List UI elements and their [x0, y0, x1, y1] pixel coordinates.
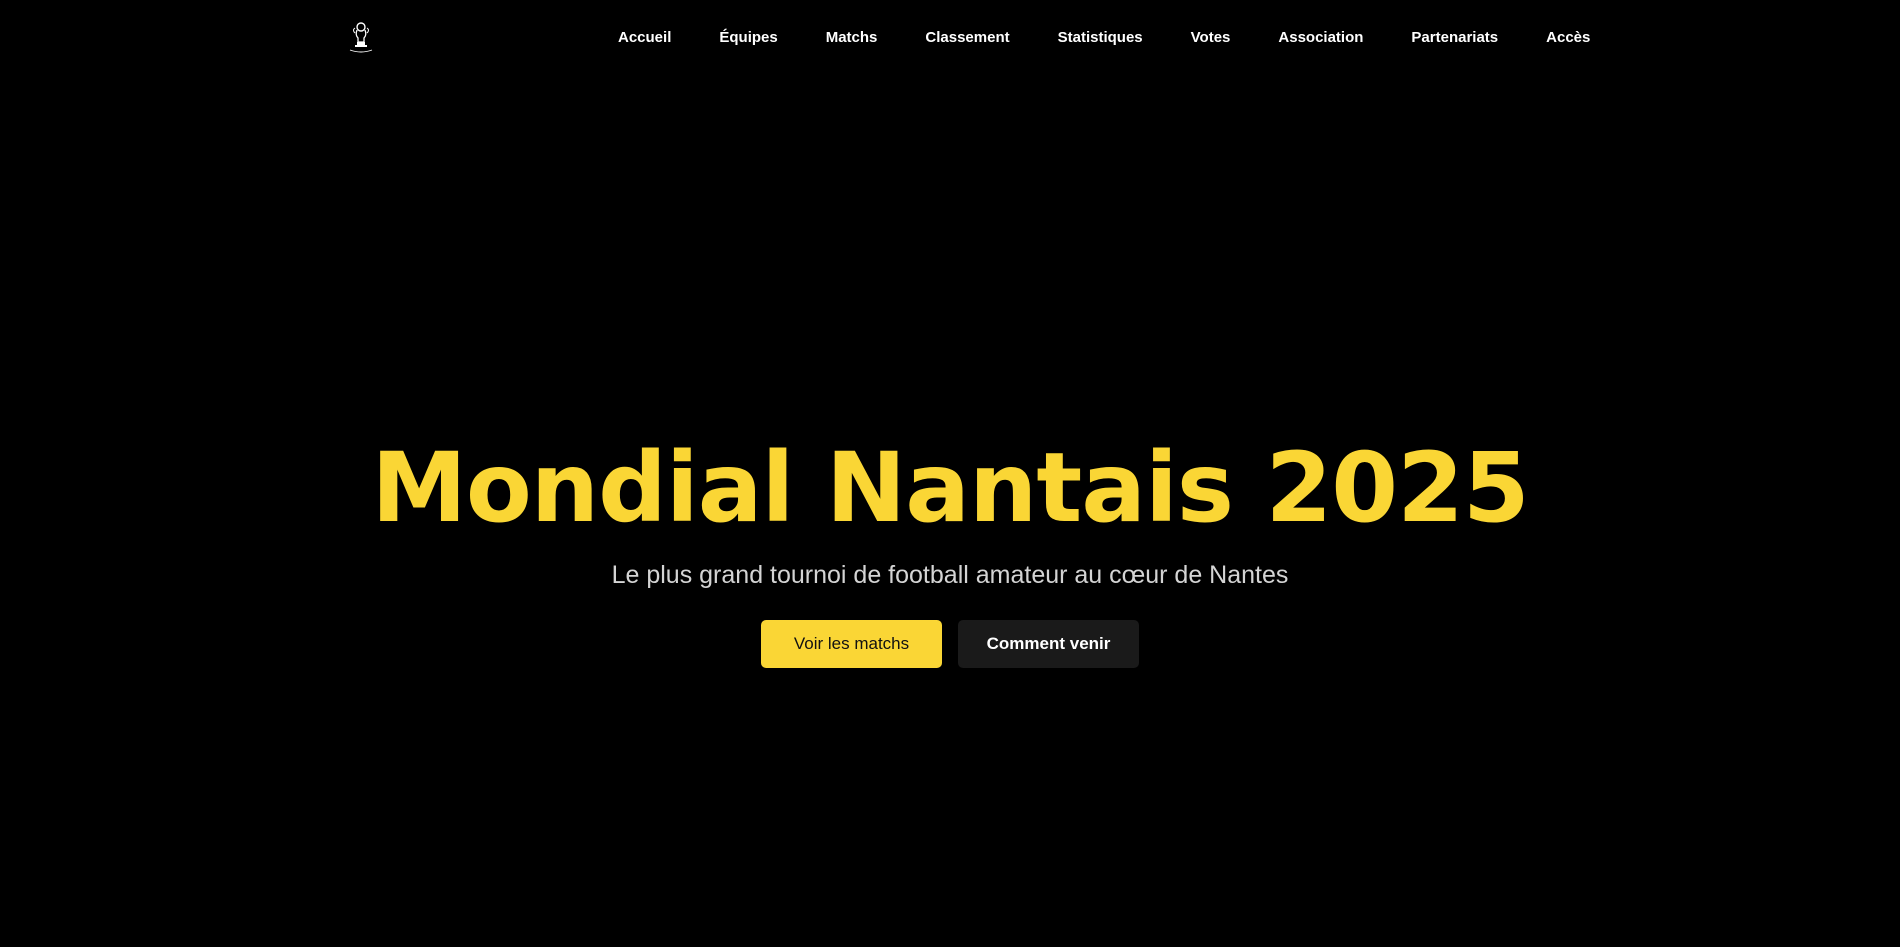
hero-title: Mondial Nantais 2025 [371, 432, 1529, 544]
site-header: Accueil Équipes Matchs Classement Statis… [0, 0, 1900, 76]
main-nav: Accueil Équipes Matchs Classement Statis… [618, 28, 1590, 48]
nav-link-association[interactable]: Association [1278, 28, 1363, 48]
nav-link-votes[interactable]: Votes [1191, 28, 1231, 48]
nav-link-matchs[interactable]: Matchs [826, 28, 878, 48]
nav-link-accueil[interactable]: Accueil [618, 28, 671, 48]
trophy-logo-icon[interactable] [347, 21, 375, 55]
nav-link-classement[interactable]: Classement [925, 28, 1009, 48]
nav-link-statistiques[interactable]: Statistiques [1058, 28, 1143, 48]
nav-link-equipes[interactable]: Équipes [719, 28, 777, 48]
nav-link-acces[interactable]: Accès [1546, 28, 1590, 48]
directions-button[interactable]: Comment venir [958, 620, 1139, 668]
trophy-logo-graphic [349, 22, 373, 53]
hero-subtitle: Le plus grand tournoi de football amateu… [611, 561, 1289, 589]
hero-actions: Voir les matchs Comment venir [0, 620, 1900, 668]
hero-section: Mondial Nantais 2025 Le plus grand tourn… [0, 430, 1900, 668]
page: Accueil Équipes Matchs Classement Statis… [0, 0, 1900, 947]
nav-link-partenariats[interactable]: Partenariats [1411, 28, 1498, 48]
view-matches-button[interactable]: Voir les matchs [761, 620, 942, 668]
